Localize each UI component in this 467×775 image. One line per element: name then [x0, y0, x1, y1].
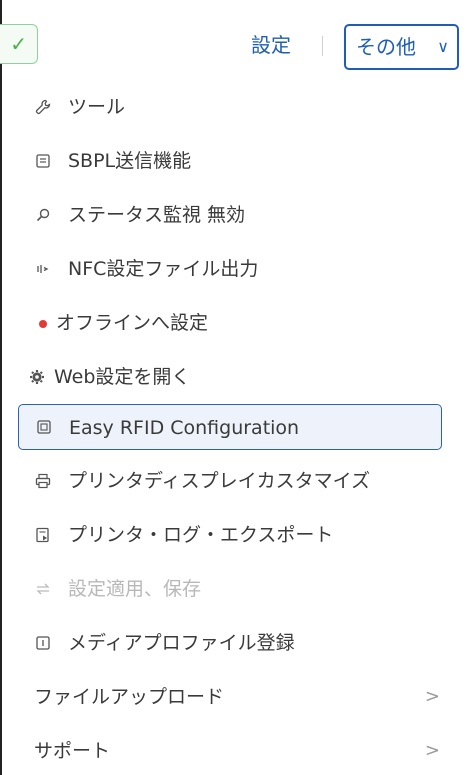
check-icon: ✓ [10, 32, 27, 56]
menu-item-status-monitor[interactable]: ステータス監視 無効 [18, 192, 442, 238]
menu-item-media-profile-register[interactable]: メディアプロファイル登録 [18, 620, 442, 666]
top-bar: ✓ 設定 その他 ∨ [0, 0, 467, 80]
window-left-border [0, 0, 2, 775]
more-dropdown-button[interactable]: その他 ∨ [344, 24, 459, 70]
menu-item-tools[interactable]: ツール [18, 84, 442, 130]
menu-item-label: 設定適用、保存 [68, 578, 202, 600]
nfc-icon [32, 256, 54, 282]
red-dot-icon [32, 310, 54, 336]
menu-item-label: オフラインへ設定 [56, 312, 209, 334]
more-button-label: その他 [356, 35, 416, 59]
menu-item-label: SBPL送信機能 [68, 150, 192, 172]
log-export-icon [32, 522, 54, 548]
menu-item-label: ステータス監視 無効 [68, 204, 246, 226]
chevron-right-icon: > [424, 686, 440, 707]
menu-item-printer-display-customize[interactable]: プリンタディスプレイカスタマイズ [18, 458, 442, 504]
printer-icon [32, 468, 54, 494]
menu-item-sbpl-send[interactable]: SBPL送信機能 [18, 138, 442, 184]
confirm-button[interactable]: ✓ [0, 24, 38, 64]
menu-item-label: プリンタディスプレイカスタマイズ [68, 470, 371, 492]
menu-item-printer-log-export[interactable]: プリンタ・ログ・エクスポート [18, 512, 442, 558]
menu-item-label: サポート [34, 740, 111, 762]
settings-link[interactable]: 設定 [251, 30, 291, 60]
document-icon [32, 148, 54, 174]
gear-icon [26, 364, 48, 390]
menu-item-open-web-settings[interactable]: Web設定を開く [18, 354, 442, 400]
media-profile-icon [32, 630, 54, 656]
chevron-down-icon: ∨ [437, 37, 449, 56]
menu-item-apply-save-settings: 設定適用、保存 [18, 566, 442, 612]
menu-item-label: ツール [68, 96, 126, 118]
menu-item-nfc-export[interactable]: NFC設定ファイル出力 [18, 246, 442, 292]
menu-item-label: メディアプロファイル登録 [68, 632, 295, 654]
rfid-config-icon [33, 415, 55, 441]
menu-item-file-upload[interactable]: ファイルアップロード > [18, 674, 442, 720]
divider [322, 36, 323, 56]
menu-item-set-offline[interactable]: オフラインへ設定 [18, 300, 442, 346]
menu-item-label: Web設定を開く [54, 366, 191, 388]
menu-item-support[interactable]: サポート > [18, 728, 442, 774]
menu-item-label: NFC設定ファイル出力 [68, 258, 259, 280]
chevron-right-icon: > [424, 740, 440, 761]
menu-item-label: プリンタ・ログ・エクスポート [68, 524, 334, 546]
wrench-icon [32, 94, 54, 120]
menu-item-label: Easy RFID Configuration [69, 417, 300, 439]
menu-item-label: ファイルアップロード [34, 686, 225, 708]
transfer-icon [32, 576, 54, 602]
menu-item-easy-rfid-configuration[interactable]: Easy RFID Configuration [18, 404, 442, 450]
search-icon [32, 202, 54, 228]
